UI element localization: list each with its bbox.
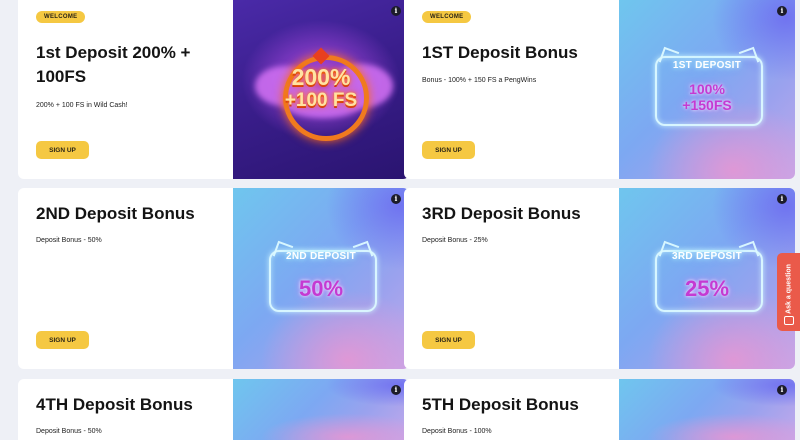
promo-image-headline: 200% [291,64,351,90]
promo-title: 1st Deposit 200% + 100FS [36,43,191,86]
promo-title: 2ND Deposit Bonus [36,204,195,223]
promo-image-percent: 50% [298,276,344,301]
promo-card: 5TH Deposit Bonus Deposit Bonus - 100% i [404,379,795,440]
promo-image-freespins: +150FS [682,97,732,113]
promo-title: 4TH Deposit Bonus [36,395,193,414]
promo-title: 1ST Deposit Bonus [422,43,578,62]
welcome-badge: WELCOME [422,11,472,23]
sign-up-button[interactable]: SIGN UP [36,141,89,159]
info-icon[interactable]: i [777,194,787,204]
ask-question-tab[interactable]: Ask a question [777,253,800,331]
info-icon[interactable]: i [391,6,401,16]
promo-image-headline: 3RD DEPOSIT [672,251,742,262]
info-icon[interactable]: i [777,6,787,16]
promo-image: i [233,379,409,440]
promo-description: Deposit Bonus - 50% [36,428,102,435]
promo-description: Deposit Bonus - 50% [36,237,102,244]
promo-card: 4TH Deposit Bonus Deposit Bonus - 50% i [18,379,409,440]
promo-description: 200% + 100 FS in Wild Cash! [36,102,128,109]
promo-card: 2ND Deposit Bonus Deposit Bonus - 50% SI… [18,188,409,369]
sign-up-button[interactable]: SIGN UP [422,331,475,349]
info-icon[interactable]: i [391,194,401,204]
promo-description: Deposit Bonus - 25% [422,237,488,244]
promo-title: 3RD Deposit Bonus [422,204,581,223]
promo-image-percent: 100% [689,81,725,97]
ask-question-label: Ask a question [785,264,792,314]
promo-image-headline: 2ND DEPOSIT [286,251,356,262]
promo-description: Deposit Bonus - 100% [422,428,492,435]
promo-image-headline: 1ST DEPOSIT [672,60,742,71]
sign-up-button[interactable]: SIGN UP [422,141,475,159]
welcome-badge: WELCOME [36,11,86,23]
info-icon[interactable]: i [391,385,401,395]
promo-description: Bonus - 100% + 150 FS a PengWins [422,77,537,84]
promo-image: 3RD DEPOSIT 25% i [619,188,795,369]
promo-title: 5TH Deposit Bonus [422,395,579,414]
promo-image-percent: 25% [684,276,730,301]
chat-bubble-icon [784,316,794,325]
info-icon[interactable]: i [777,385,787,395]
promo-card: WELCOME 1st Deposit 200% + 100FS 200% + … [18,0,409,179]
sign-up-button[interactable]: SIGN UP [36,331,89,349]
promo-image: i [619,379,795,440]
promo-image-subline: +100 FS [284,90,358,111]
promo-card: WELCOME 1ST Deposit Bonus Bonus - 100% +… [404,0,795,179]
promo-image: 2ND DEPOSIT 50% i [233,188,409,369]
promo-image: 1ST DEPOSIT 100% +150FS i [619,0,795,179]
promo-card: 3RD Deposit Bonus Deposit Bonus - 25% SI… [404,188,795,369]
promo-image: 200% +100 FS i [233,0,409,179]
